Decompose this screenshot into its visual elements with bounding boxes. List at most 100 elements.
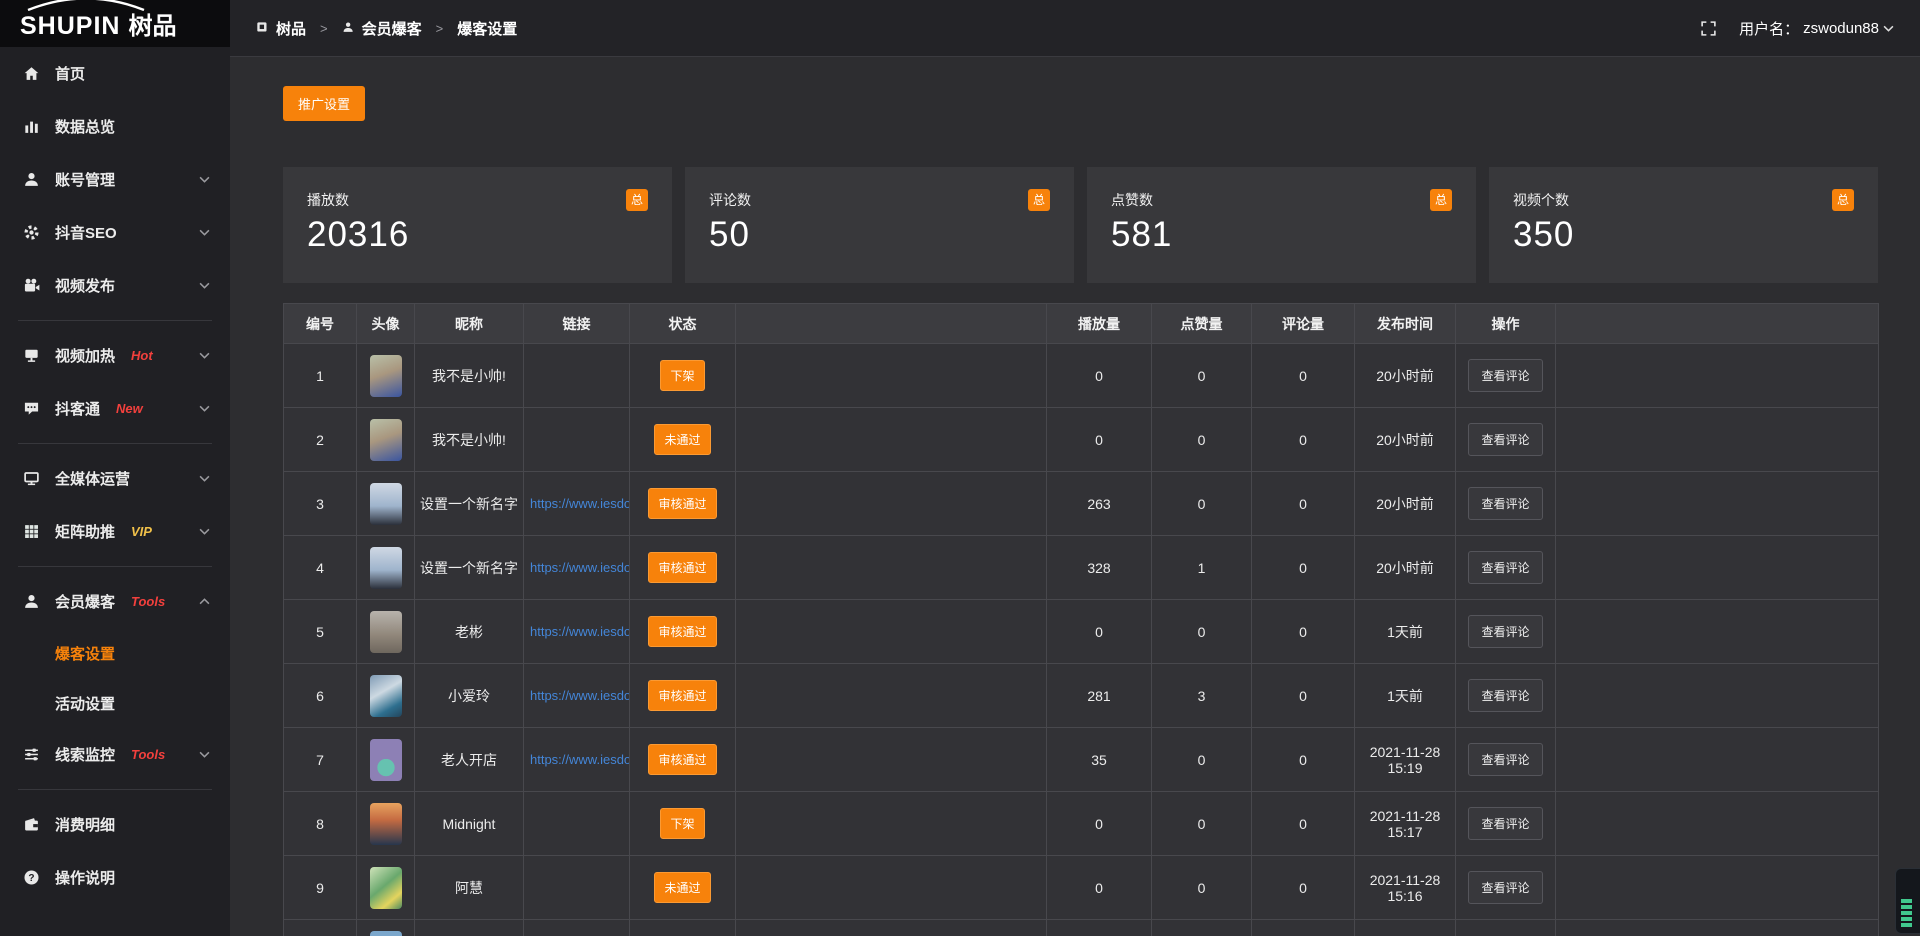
cell-nickname: 老人开店 — [415, 728, 524, 792]
video-link[interactable]: https://www.iesdouyin.c — [524, 496, 629, 511]
sidebar-item-label: 视频加热 — [55, 345, 115, 366]
videos-table-wrap: 编号头像昵称链接状态播放量点赞量评论量发布时间操作1我不是小帅!下架00020小… — [283, 303, 1878, 936]
breadcrumb-item[interactable]: 爆客设置 — [457, 18, 517, 39]
table-row: 4设置一个新名字https://www.iesdouyin.c审核通过32810… — [284, 536, 1879, 600]
cell-nickname: 我不是小帅! — [415, 344, 524, 408]
table-row: 1我不是小帅!下架00020小时前查看评论 — [284, 344, 1879, 408]
cell-link — [524, 408, 630, 472]
view-comments-button[interactable]: 查看评论 — [1468, 359, 1542, 392]
status-badge[interactable]: 下架 — [660, 808, 704, 839]
cell-status: 审核通过 — [630, 728, 736, 792]
breadcrumb-item[interactable]: 树品 — [256, 18, 306, 39]
sidebar-subitem-爆客设置[interactable]: 爆客设置 — [0, 628, 230, 678]
video-link[interactable]: https://www.iesdouyin.c — [524, 688, 629, 703]
column-header-昵称: 昵称 — [415, 304, 524, 344]
video-link[interactable]: https://www.iesdouyin.c — [524, 752, 629, 767]
status-badge[interactable]: 审核通过 — [648, 616, 716, 647]
status-badge[interactable]: 下架 — [660, 360, 704, 391]
cell-link — [524, 920, 630, 936]
cell-action: 查看评论 — [1456, 344, 1556, 408]
stat-card-value: 50 — [709, 215, 1050, 255]
column-header-操作: 操作 — [1456, 304, 1556, 344]
sidebar-item-消费明细[interactable]: 消费明细 — [0, 798, 230, 851]
cell-likes: 0 — [1152, 472, 1252, 536]
stat-card-value: 350 — [1513, 215, 1854, 255]
status-badge[interactable]: 未通过 — [654, 872, 710, 903]
video-link[interactable]: https://www.iesdouyin.c — [524, 624, 629, 639]
view-comments-button[interactable]: 查看评论 — [1468, 423, 1542, 456]
view-comments-button[interactable]: 查看评论 — [1468, 487, 1542, 520]
cell-no: 2 — [284, 408, 357, 472]
view-comments-button[interactable]: 查看评论 — [1468, 615, 1542, 648]
sidebar-item-视频发布[interactable]: 视频发布 — [0, 259, 230, 312]
cell-published: 20小时前 — [1355, 408, 1456, 472]
column-header-状态: 状态 — [630, 304, 736, 344]
sidebar-subitem-label: 活动设置 — [55, 693, 115, 714]
chevron-down-icon — [199, 229, 210, 236]
sidebar-item-数据总览[interactable]: 数据总览 — [0, 100, 230, 153]
sidebar-item-线索监控[interactable]: 线索监控Tools — [0, 728, 230, 781]
meter-bars-icon — [1901, 899, 1912, 927]
sidebar-item-label: 抖音SEO — [55, 222, 117, 243]
view-comments-button[interactable]: 查看评论 — [1468, 551, 1542, 584]
table-row: 3设置一个新名字https://www.iesdouyin.c审核通过26300… — [284, 472, 1879, 536]
cell-link: https://www.iesdouyin.c — [524, 536, 630, 600]
cell-spacer-end — [1556, 472, 1879, 536]
sidebar-item-抖客通[interactable]: 抖客通New — [0, 382, 230, 435]
table-row: 8Midnight下架0002021-11-28 15:17查看评论 — [284, 792, 1879, 856]
promotion-settings-button[interactable]: 推广设置 — [283, 86, 365, 121]
cell-likes: 0 — [1152, 856, 1252, 920]
cell-published: 2021-11-28 15:16 — [1355, 856, 1456, 920]
sidebar-item-tag: Hot — [131, 348, 153, 363]
cell-published: 1天前 — [1355, 600, 1456, 664]
user-menu[interactable]: 用户名：zswodun88 — [1739, 18, 1894, 39]
cell-status: 未通过 — [630, 856, 736, 920]
sidebar-subitem-活动设置[interactable]: 活动设置 — [0, 678, 230, 728]
video-link[interactable]: https://www.iesdouyin.c — [524, 560, 629, 575]
sidebar-item-矩阵助推[interactable]: 矩阵助推VIP — [0, 505, 230, 558]
view-comments-button[interactable]: 查看评论 — [1468, 871, 1542, 904]
sidebar-item-视频加热[interactable]: 视频加热 Hot — [0, 329, 230, 382]
table-header-row: 编号头像昵称链接状态播放量点赞量评论量发布时间操作 — [284, 304, 1879, 344]
svg-text:?: ? — [28, 873, 34, 884]
status-badge[interactable]: 审核通过 — [648, 744, 716, 775]
floating-meter-widget[interactable] — [1895, 868, 1920, 934]
cell-action: 查看评论 — [1456, 600, 1556, 664]
sidebar-item-操作说明[interactable]: ?操作说明 — [0, 851, 230, 904]
cell-plays: 328 — [1047, 536, 1152, 600]
chart-icon — [23, 118, 40, 135]
view-comments-button[interactable]: 查看评论 — [1468, 743, 1542, 776]
column-header-评论量: 评论量 — [1252, 304, 1355, 344]
sidebar-item-抖音SEO[interactable]: 抖音SEO — [0, 206, 230, 259]
cell-nickname: 小爱玲 — [415, 664, 524, 728]
status-badge[interactable]: 审核通过 — [648, 488, 716, 519]
status-badge[interactable]: 审核通过 — [648, 680, 716, 711]
fullscreen-icon[interactable] — [1700, 20, 1717, 37]
cell-avatar — [357, 472, 415, 536]
cell-nickname — [415, 920, 524, 936]
cell-link: https://www.iesdouyin.c — [524, 472, 630, 536]
sidebar-item-账号管理[interactable]: 账号管理 — [0, 153, 230, 206]
cell-status: 未通过 — [630, 408, 736, 472]
camera-icon — [23, 277, 40, 294]
status-badge[interactable]: 未通过 — [654, 424, 710, 455]
view-comments-button[interactable]: 查看评论 — [1468, 679, 1542, 712]
sidebar-item-全媒体运营[interactable]: 全媒体运营 — [0, 452, 230, 505]
cell-action: 查看评论 — [1456, 472, 1556, 536]
stat-card-value: 20316 — [307, 215, 648, 255]
breadcrumb: 树品>会员爆客>爆客设置 — [256, 18, 517, 39]
status-badge[interactable]: 审核通过 — [648, 552, 716, 583]
sidebar-item-首页[interactable]: 首页 — [0, 47, 230, 100]
meter-bar — [1901, 911, 1912, 915]
stat-card-value: 581 — [1111, 215, 1452, 255]
cell-plays: 0 — [1047, 792, 1152, 856]
breadcrumb-separator: > — [436, 21, 444, 36]
cell-spacer — [736, 600, 1047, 664]
breadcrumb-item[interactable]: 会员爆客 — [342, 18, 422, 39]
cell-nickname: 设置一个新名字 — [415, 472, 524, 536]
sidebar-item-label: 抖客通 — [55, 398, 100, 419]
column-header-empty — [736, 304, 1047, 344]
view-comments-button[interactable]: 查看评论 — [1468, 807, 1542, 840]
stat-card-播放数: 播放数总20316 — [283, 167, 672, 283]
sidebar-item-会员爆客[interactable]: 会员爆客Tools — [0, 575, 230, 628]
